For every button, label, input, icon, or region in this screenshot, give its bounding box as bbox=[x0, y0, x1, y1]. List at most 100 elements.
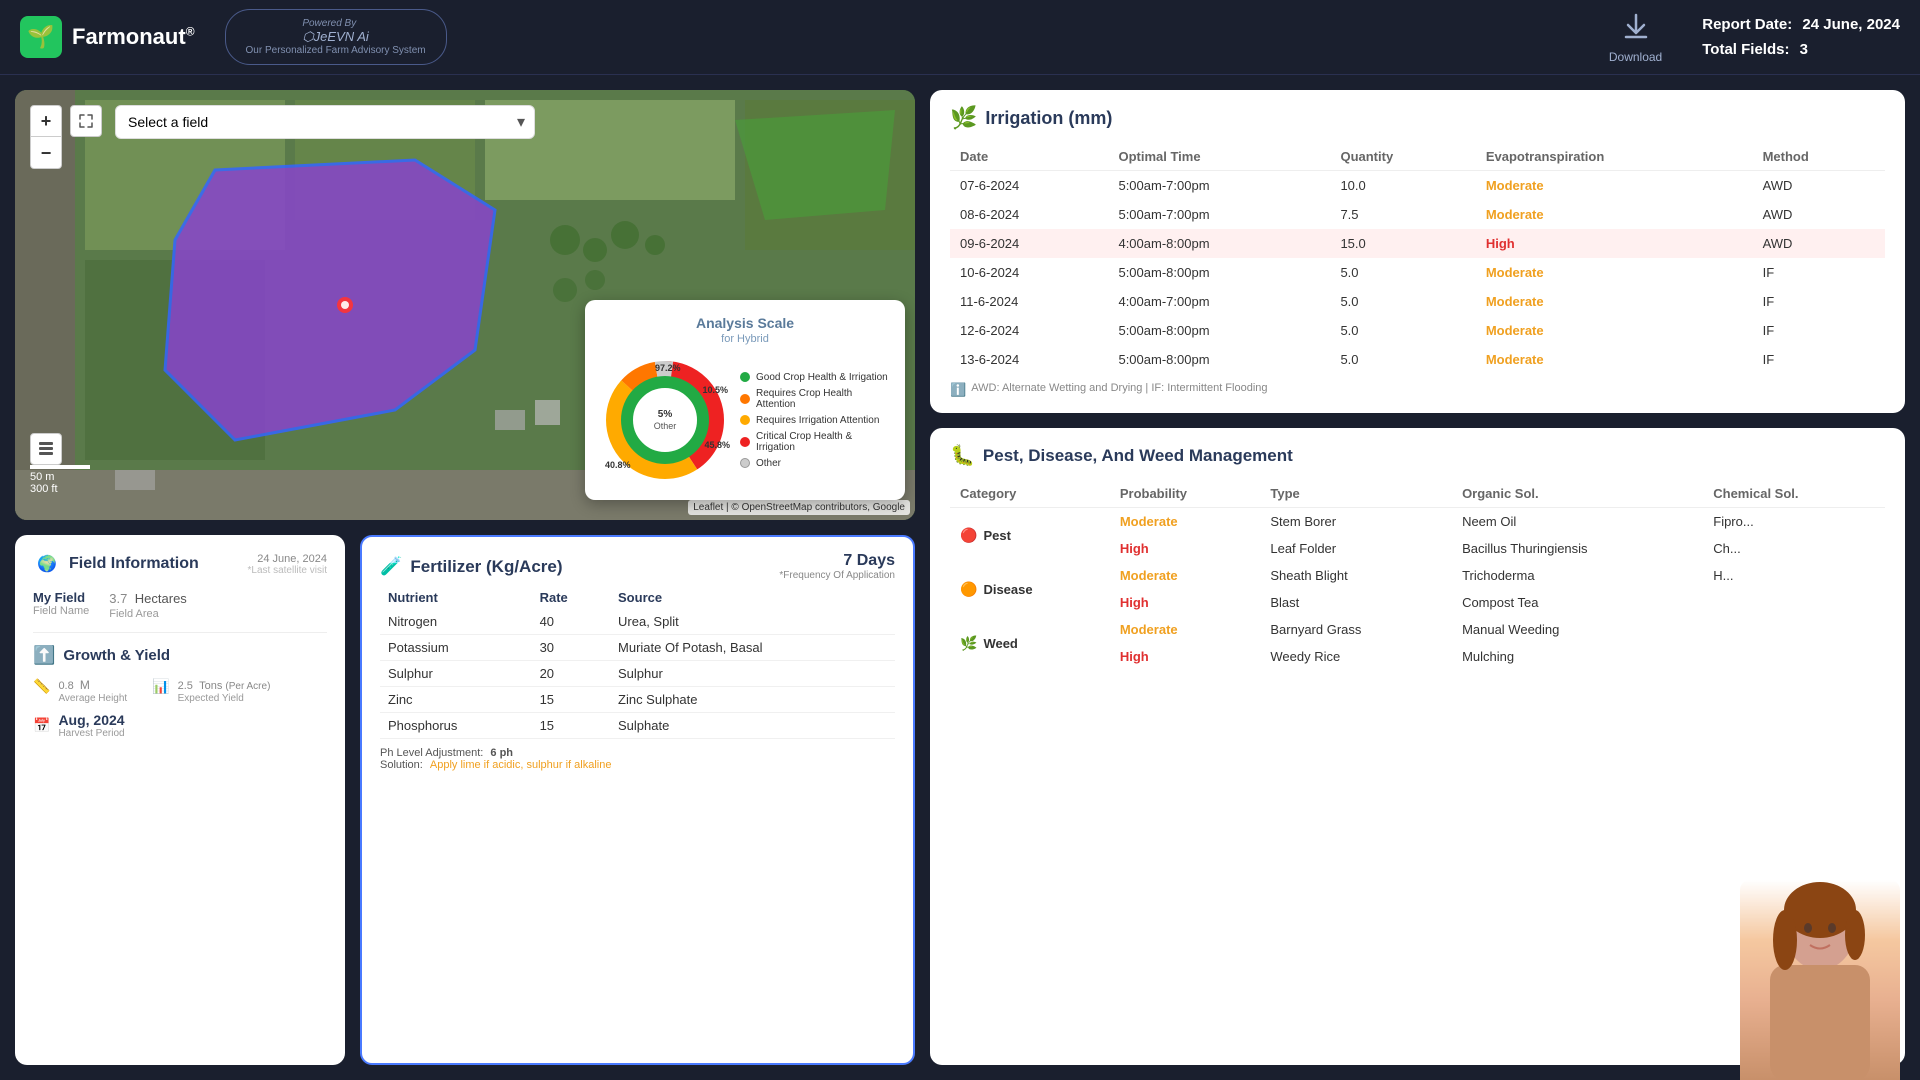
harvest-info: Aug, 2024 Harvest Period bbox=[58, 712, 124, 739]
irrigation-header: 🌿 Irrigation (mm) bbox=[950, 105, 1885, 131]
fert-rate: 30 bbox=[532, 635, 610, 661]
donut-chart: 5% Other 97.2% 10.5% 45.8% 40.8% bbox=[600, 355, 730, 485]
irrig-date: 13-6-2024 bbox=[950, 345, 1108, 374]
harvest-section: 📅 Aug, 2024 Harvest Period bbox=[33, 712, 327, 739]
fert-nutrient: Sulphur bbox=[380, 661, 532, 687]
pest-col-organic: Organic Sol. bbox=[1452, 480, 1703, 508]
irrig-method: IF bbox=[1753, 258, 1885, 287]
growth-section: ⬆️ Growth & Yield 📏 0.8 M Average Hei bbox=[33, 632, 327, 739]
height-value: 0.8 M bbox=[58, 676, 127, 693]
report-date-line: Report Date: 24 June, 2024 bbox=[1702, 12, 1900, 38]
fertilizer-table: Nutrient Rate Source Nitrogen 40 Urea, S… bbox=[380, 586, 895, 739]
fertilizer-icon: 🧪 bbox=[380, 556, 402, 577]
pest-organic: Trichoderma bbox=[1452, 562, 1703, 589]
growth-icon: ⬆️ bbox=[33, 645, 55, 666]
report-info: Report Date: 24 June, 2024 Total Fields:… bbox=[1702, 12, 1900, 63]
irrig-method: IF bbox=[1753, 345, 1885, 374]
total-fields-line: Total Fields: 3 bbox=[1702, 37, 1900, 63]
freq-label: *Frequency Of Application bbox=[779, 570, 895, 581]
irrigation-panel: 🌿 Irrigation (mm) Date Optimal Time Quan… bbox=[930, 90, 1905, 413]
legend-label-2: Requires Crop Health Attention bbox=[756, 388, 890, 410]
zoom-in-button[interactable]: + bbox=[30, 105, 62, 137]
fert-nutrient: Zinc bbox=[380, 687, 532, 713]
map-layer-button[interactable] bbox=[30, 433, 62, 465]
pest-organic: Bacillus Thuringiensis bbox=[1452, 535, 1703, 562]
yield-unit-label: Tons (Per Acre) bbox=[199, 680, 270, 692]
total-fields-value: 3 bbox=[1800, 41, 1808, 58]
main-content: + − Select a field bbox=[0, 75, 1920, 1080]
jeevn-name: ⬡JeEVN Ai bbox=[302, 29, 369, 44]
scale-bar bbox=[30, 465, 90, 469]
pest-type: Stem Borer bbox=[1260, 508, 1452, 536]
pest-col-category: Category bbox=[950, 480, 1110, 508]
field-select-wrap: Select a field bbox=[115, 105, 535, 139]
field-area-stat: 3.7 Hectares Field Area bbox=[109, 590, 187, 620]
height-number: 0.8 bbox=[58, 680, 73, 692]
expected-yield-stat: 📊 2.5 Tons (Per Acre) Expected Yield bbox=[152, 676, 270, 704]
irrigation-table: Date Optimal Time Quantity Evapotranspir… bbox=[950, 143, 1885, 374]
legend-item: Other bbox=[740, 458, 890, 469]
pest-probability: Moderate bbox=[1110, 508, 1261, 536]
pest-type: Leaf Folder bbox=[1260, 535, 1452, 562]
legend-dot-orange bbox=[740, 394, 750, 404]
jeevn-badge: Powered By ⬡JeEVN Ai Our Personalized Fa… bbox=[225, 9, 447, 65]
map-background: + − Select a field bbox=[15, 90, 915, 520]
zoom-out-button[interactable]: − bbox=[30, 137, 62, 169]
field-info-panel: 🌍 Field Information 24 June, 2024 *Last … bbox=[15, 535, 345, 1065]
irrigation-table-row: 08-6-2024 5:00am-7:00pm 7.5 Moderate AWD bbox=[950, 200, 1885, 229]
pest-chemical bbox=[1703, 616, 1885, 643]
fert-table-row: Phosphorus 15 Sulphate bbox=[380, 713, 895, 739]
jeevn-powered: Powered By bbox=[302, 18, 369, 29]
legend-label-4: Critical Crop Health & Irrigation bbox=[756, 431, 890, 453]
height-info: 0.8 M Average Height bbox=[58, 676, 127, 704]
irrigation-title: Irrigation (mm) bbox=[985, 108, 1112, 129]
bottom-left-panels: 🌍 Field Information 24 June, 2024 *Last … bbox=[15, 535, 915, 1065]
irrig-col-time: Optimal Time bbox=[1108, 143, 1330, 171]
pest-probability: High bbox=[1110, 535, 1261, 562]
map-container: + − Select a field bbox=[15, 90, 915, 520]
irrig-time: 5:00am-7:00pm bbox=[1108, 200, 1330, 229]
irrig-date: 11-6-2024 bbox=[950, 287, 1108, 316]
scale-feet: 300 ft bbox=[30, 483, 90, 495]
pest-organic: Compost Tea bbox=[1452, 589, 1703, 616]
pest-table-row: 🌿Weed Moderate Barnyard Grass Manual Wee… bbox=[950, 616, 1885, 643]
fertilizer-header: 🧪 Fertilizer (Kg/Acre) 7 Days *Frequency… bbox=[380, 552, 895, 581]
field-select-dropdown[interactable]: Select a field bbox=[115, 105, 535, 139]
irrig-qty: 10.0 bbox=[1330, 171, 1475, 201]
map-expand-button[interactable] bbox=[70, 105, 102, 137]
pest-header-row: Category Probability Type Organic Sol. C… bbox=[950, 480, 1885, 508]
irrigation-table-row: 10-6-2024 5:00am-8:00pm 5.0 Moderate IF bbox=[950, 258, 1885, 287]
fert-table-row: Zinc 15 Zinc Sulphate bbox=[380, 687, 895, 713]
fert-note-value: 6 ph bbox=[490, 747, 513, 759]
fert-col-source: Source bbox=[610, 586, 895, 609]
irrig-date: 08-6-2024 bbox=[950, 200, 1108, 229]
pest-icon: 🐛 bbox=[950, 443, 975, 468]
download-section[interactable]: Download bbox=[1609, 11, 1662, 64]
fert-table-row: Potassium 30 Muriate Of Potash, Basal bbox=[380, 635, 895, 661]
legend-item: Requires Crop Health Attention bbox=[740, 388, 890, 410]
legend-label-1: Good Crop Health & Irrigation bbox=[756, 372, 888, 383]
irrig-time: 4:00am-8:00pm bbox=[1108, 229, 1330, 258]
fert-solution-value: Apply lime if acidic, sulphur if alkalin… bbox=[430, 759, 612, 771]
map-attribution: Leaflet | © OpenStreetMap contributors, … bbox=[688, 500, 910, 515]
header: 🌱 Farmonaut® Powered By ⬡JeEVN Ai Our Pe… bbox=[0, 0, 1920, 75]
irrigation-table-row: 09-6-2024 4:00am-8:00pm 15.0 High AWD bbox=[950, 229, 1885, 258]
growth-title: Growth & Yield bbox=[63, 647, 170, 664]
harvest-period-value: Aug, 2024 bbox=[58, 712, 124, 728]
field-info-title: Field Information bbox=[69, 555, 199, 573]
irrig-time: 5:00am-8:00pm bbox=[1108, 258, 1330, 287]
pest-col-probability: Probability bbox=[1110, 480, 1261, 508]
irrigation-table-row: 12-6-2024 5:00am-8:00pm 5.0 Moderate IF bbox=[950, 316, 1885, 345]
irrigation-table-row: 11-6-2024 4:00am-7:00pm 5.0 Moderate IF bbox=[950, 287, 1885, 316]
fert-col-nutrient: Nutrient bbox=[380, 586, 532, 609]
fert-nutrient: Nitrogen bbox=[380, 609, 532, 635]
avg-height-stat: 📏 0.8 M Average Height bbox=[33, 676, 127, 704]
yield-info: 2.5 Tons (Per Acre) Expected Yield bbox=[178, 676, 271, 704]
farmonaut-logo-icon: 🌱 bbox=[20, 16, 62, 58]
avatar-overlay bbox=[1740, 880, 1900, 1080]
jeevn-sub: Our Personalized Farm Advisory System bbox=[246, 45, 426, 56]
fert-nutrient: Potassium bbox=[380, 635, 532, 661]
fert-rate: 20 bbox=[532, 661, 610, 687]
irrig-time: 5:00am-7:00pm bbox=[1108, 171, 1330, 201]
pest-probability: Moderate bbox=[1110, 562, 1261, 589]
